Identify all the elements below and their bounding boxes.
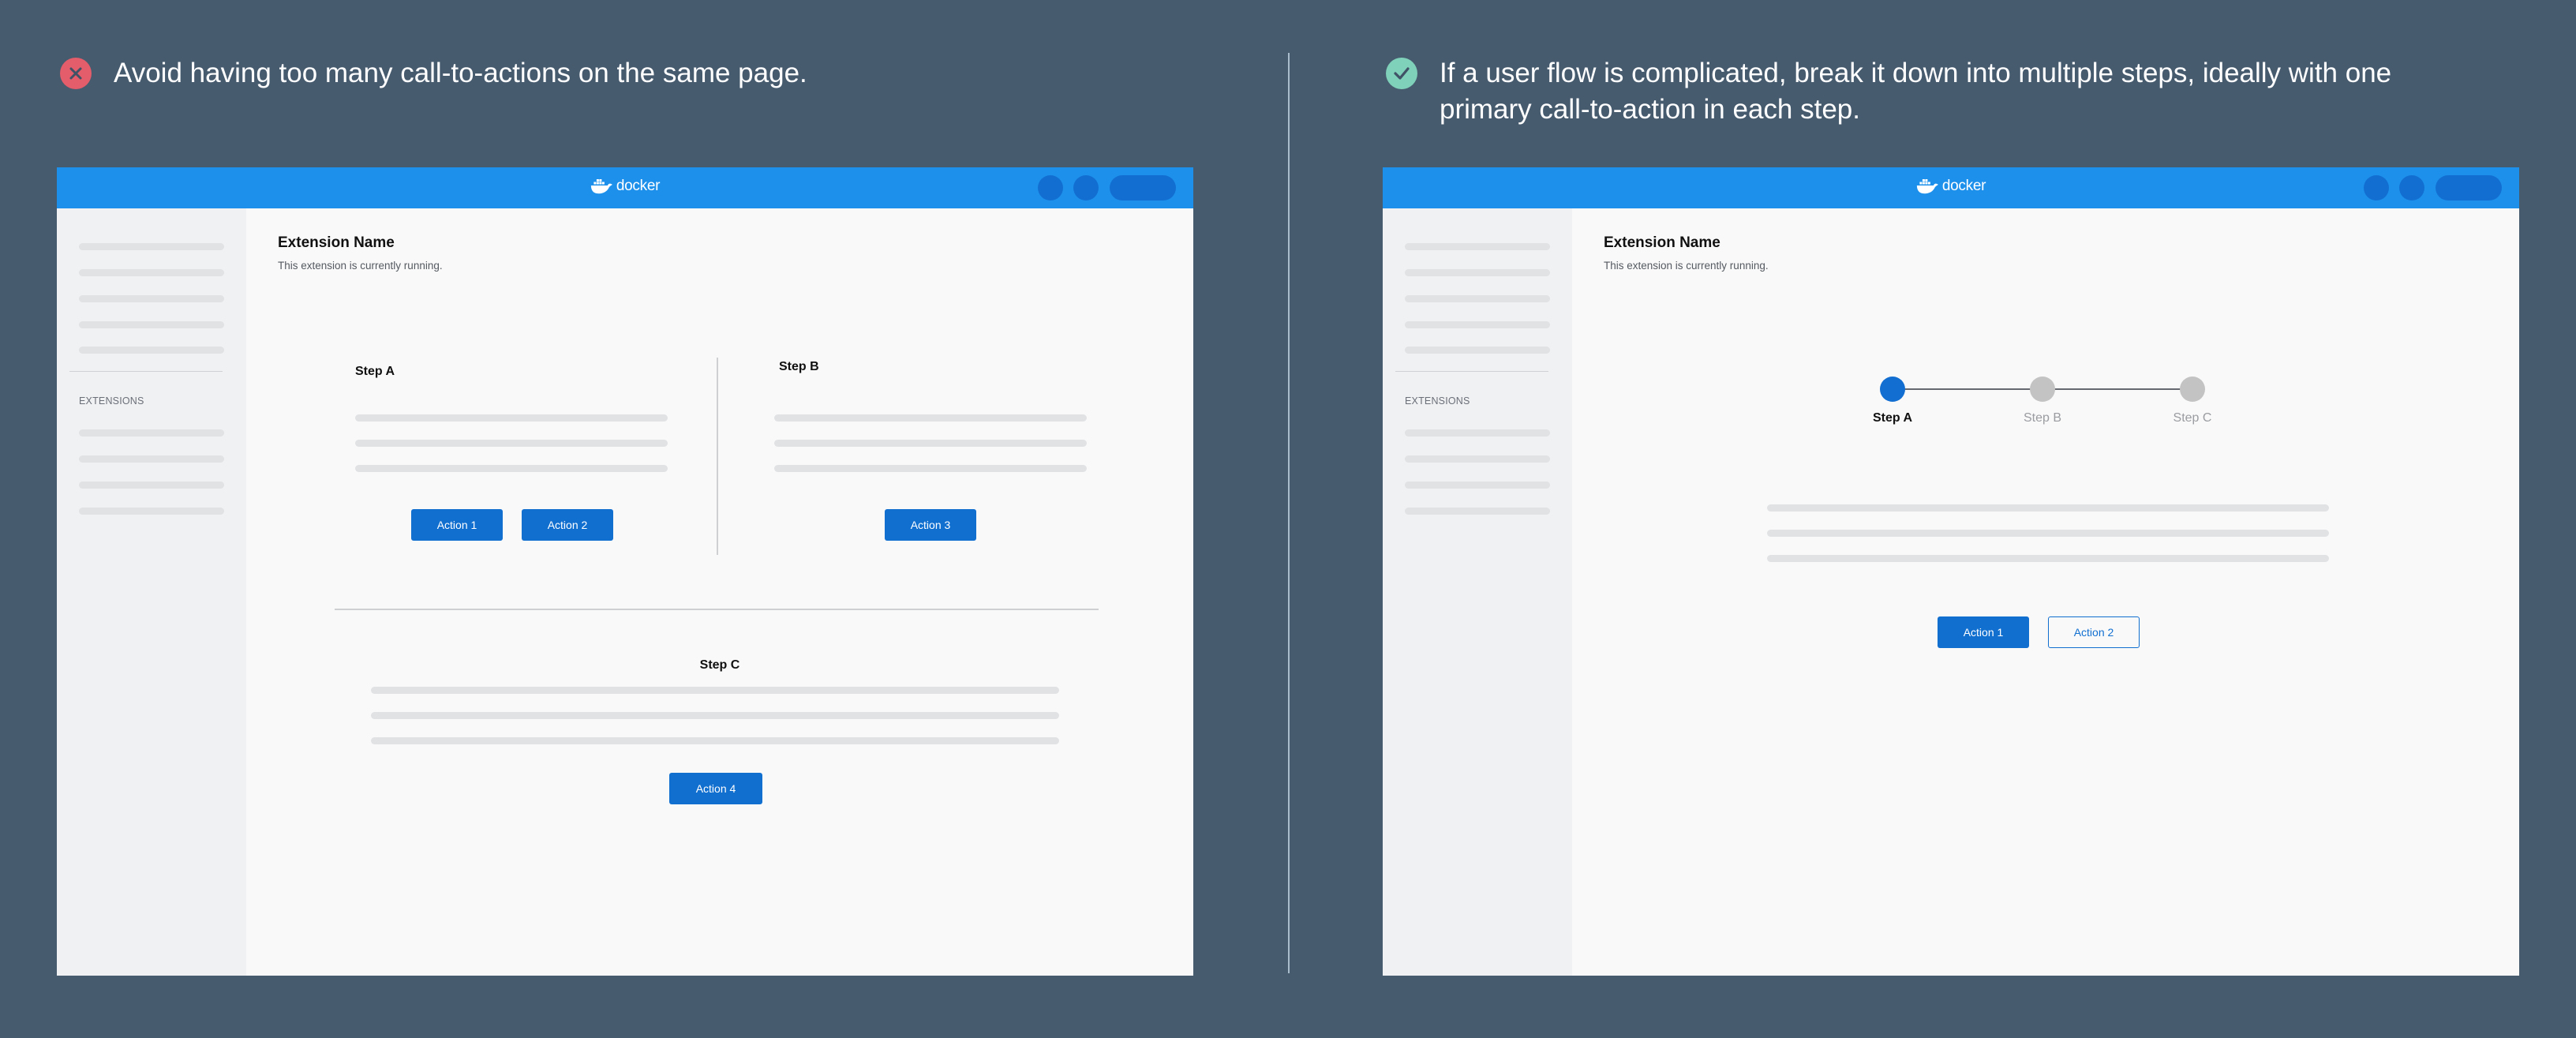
- sidebar-extension-item[interactable]: [79, 482, 224, 489]
- sidebar-item[interactable]: [1405, 269, 1550, 276]
- main-content: Extension Name This extension is current…: [1572, 208, 2519, 976]
- topbar-icon-button-1[interactable]: [2364, 175, 2389, 200]
- logo-wordmark: docker: [616, 178, 661, 194]
- stepper-label-step-b: Step B: [2023, 411, 2062, 425]
- step-c-title: Step C: [699, 658, 740, 672]
- text-placeholder: [1767, 555, 2329, 562]
- sidebar-separator: [69, 371, 223, 372]
- check-circle-icon: [1386, 58, 1417, 89]
- text-placeholder: [355, 465, 668, 472]
- sidebar-item[interactable]: [79, 243, 224, 250]
- good-example-window: docker EXTENSIONS Extension Name This ex…: [1383, 167, 2519, 976]
- text-placeholder: [371, 687, 1059, 694]
- extension-status: This extension is currently running.: [278, 260, 443, 272]
- text-placeholder: [1767, 504, 2329, 512]
- docker-logo: docker: [1916, 178, 1986, 195]
- stepper-label-step-a: Step A: [1872, 411, 1913, 425]
- text-placeholder: [774, 440, 1087, 447]
- sidebar-item[interactable]: [1405, 321, 1550, 328]
- text-placeholder: [1767, 530, 2329, 537]
- sidebar-separator: [1395, 371, 1548, 372]
- step-divider-horizontal: [335, 609, 1099, 610]
- sidebar-item[interactable]: [79, 347, 224, 354]
- docker-whale-icon: [1916, 179, 1938, 194]
- step-divider-vertical: [717, 358, 718, 555]
- secondary-action-button[interactable]: Action 2: [2048, 616, 2140, 648]
- comparison-divider: [1288, 53, 1290, 973]
- sidebar-item[interactable]: [79, 269, 224, 276]
- sidebar-extension-item[interactable]: [1405, 508, 1550, 515]
- step-b-title: Step B: [779, 360, 819, 373]
- stepper-label-step-c: Step C: [2173, 411, 2212, 425]
- topbar-account-button[interactable]: [1110, 175, 1176, 200]
- x-circle-icon: [60, 58, 92, 89]
- good-practice-text: If a user flow is complicated, break it …: [1440, 58, 2392, 125]
- sidebar-extension-item[interactable]: [79, 429, 224, 437]
- text-placeholder: [355, 440, 668, 447]
- logo-wordmark: docker: [1941, 178, 1986, 194]
- sidebar: EXTENSIONS: [1383, 208, 1572, 976]
- app-topbar: docker: [57, 167, 1193, 208]
- sidebar: EXTENSIONS: [57, 208, 246, 976]
- sidebar-extension-item[interactable]: [1405, 429, 1550, 437]
- sidebar-extension-item[interactable]: [79, 455, 224, 463]
- sidebar-item[interactable]: [1405, 347, 1550, 354]
- text-placeholder: [371, 737, 1059, 744]
- sidebar-item[interactable]: [79, 321, 224, 328]
- action-1-button[interactable]: Action 1: [411, 509, 503, 541]
- action-3-button[interactable]: Action 3: [885, 509, 976, 541]
- action-2-button[interactable]: Action 2: [522, 509, 613, 541]
- topbar-icon-button-2[interactable]: [2399, 175, 2424, 200]
- primary-action-button[interactable]: Action 1: [1938, 616, 2029, 648]
- text-placeholder: [774, 465, 1087, 472]
- sidebar-extension-item[interactable]: [1405, 482, 1550, 489]
- text-placeholder: [371, 712, 1059, 719]
- sidebar-section-label: EXTENSIONS: [1405, 395, 1470, 407]
- stepper-dot-step-c[interactable]: [2180, 377, 2205, 402]
- extension-status: This extension is currently running.: [1604, 260, 1769, 272]
- bad-practice-text: Avoid having too many call-to-actions on…: [114, 58, 807, 88]
- stepper-dot-step-b[interactable]: [2030, 377, 2055, 402]
- docker-whale-icon: [590, 179, 612, 194]
- topbar-icon-button-2[interactable]: [1073, 175, 1099, 200]
- extension-title: Extension Name: [1604, 234, 1720, 251]
- bad-practice-caption: Avoid having too many call-to-actions on…: [60, 55, 807, 92]
- bad-example-window: docker EXTENSIONS Extension Name This ex…: [57, 167, 1193, 976]
- sidebar-extension-item[interactable]: [79, 508, 224, 515]
- text-placeholder: [774, 414, 1087, 422]
- good-practice-caption: If a user flow is complicated, break it …: [1386, 55, 2491, 128]
- sidebar-extension-item[interactable]: [1405, 455, 1550, 463]
- topbar-icon-button-1[interactable]: [1038, 175, 1063, 200]
- docker-logo: docker: [590, 178, 660, 195]
- action-4-button[interactable]: Action 4: [669, 773, 762, 804]
- app-topbar: docker: [1383, 167, 2519, 208]
- sidebar-section-label: EXTENSIONS: [79, 395, 144, 407]
- stepper-dot-step-a[interactable]: [1880, 377, 1905, 402]
- main-content: Extension Name This extension is current…: [246, 208, 1193, 976]
- sidebar-item[interactable]: [79, 295, 224, 302]
- sidebar-item[interactable]: [1405, 295, 1550, 302]
- step-a-title: Step A: [355, 365, 395, 378]
- topbar-account-button[interactable]: [2436, 175, 2502, 200]
- text-placeholder: [355, 414, 668, 422]
- extension-title: Extension Name: [278, 234, 395, 251]
- sidebar-item[interactable]: [1405, 243, 1550, 250]
